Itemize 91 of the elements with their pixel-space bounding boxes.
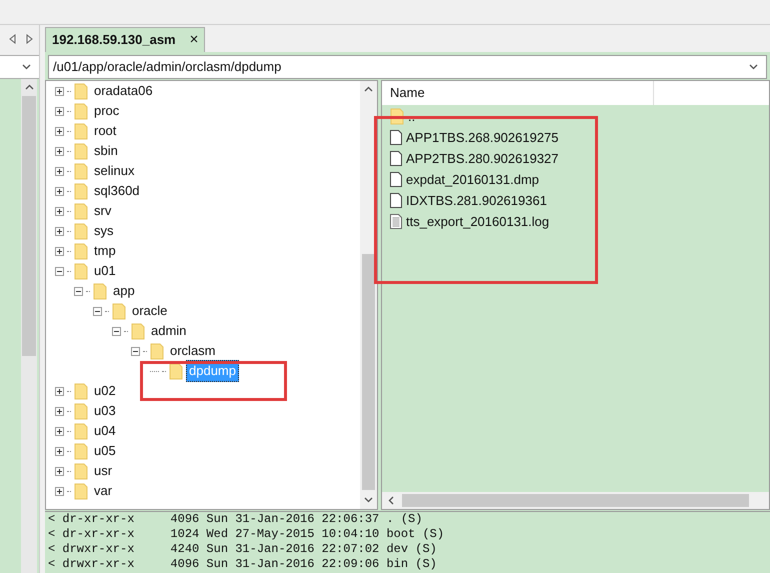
folder-icon	[169, 362, 183, 380]
file-name[interactable]: expdat_20160131.dmp	[406, 170, 540, 190]
tree-item[interactable]: app	[110, 280, 138, 302]
folder-icon	[74, 222, 88, 240]
collapse-icon[interactable]	[112, 326, 121, 336]
path-field[interactable]: /u01/app/oracle/admin/orclasm/dpdump	[48, 55, 767, 79]
scroll-up-icon[interactable]	[24, 83, 34, 92]
file-name[interactable]: tts_export_20160131.log	[406, 212, 550, 232]
file-icon	[390, 193, 402, 208]
tree-item[interactable]: tmp	[91, 240, 119, 262]
log-line: < dr-xr-xr-x 4096 Sun 31-Jan-2016 22:06:37 . (S)	[48, 512, 424, 527]
expand-icon[interactable]	[55, 226, 64, 236]
log-line: < drwxr-xr-x 4096 Sun 31-Jan-2016 22:09:06 bin (S)	[48, 557, 438, 572]
collapse-icon[interactable]	[131, 346, 140, 356]
folder-icon	[74, 142, 88, 160]
scroll-down-icon[interactable]	[364, 496, 373, 505]
collapse-icon[interactable]	[74, 286, 83, 296]
file-name[interactable]: APP1TBS.268.902619275	[406, 128, 559, 148]
text-file-icon	[390, 214, 402, 229]
tree-item[interactable]: root	[91, 120, 120, 142]
folder-icon	[74, 382, 88, 400]
file-icon	[390, 151, 402, 166]
tree-item[interactable]: oracle	[129, 300, 170, 322]
expand-icon[interactable]	[55, 406, 64, 416]
tree-item[interactable]: u05	[91, 440, 119, 462]
folder-icon	[74, 102, 88, 120]
folder-icon	[112, 302, 126, 320]
expand-icon[interactable]	[55, 466, 64, 476]
scroll-left-icon[interactable]	[387, 496, 396, 505]
scrollbar[interactable]	[21, 79, 37, 573]
folder-icon	[74, 82, 88, 100]
tree-item[interactable]: sql360d	[91, 180, 143, 202]
expand-icon[interactable]	[55, 186, 64, 196]
folder-icon	[74, 122, 88, 140]
expand-icon[interactable]	[55, 486, 64, 496]
folder-icon	[74, 462, 88, 480]
file-icon	[390, 172, 402, 187]
folder-icon	[74, 202, 88, 220]
tree-item[interactable]: selinux	[91, 160, 138, 182]
file-icon	[390, 130, 402, 145]
tree-item[interactable]: u04	[91, 420, 119, 442]
expand-icon[interactable]	[55, 106, 64, 116]
log-line: < dr-xr-xr-x 1024 Wed 27-May-2015 10:04:10 boot (S)	[48, 527, 446, 542]
tree-item[interactable]: sbin	[91, 140, 121, 162]
dropdown-field[interactable]	[0, 55, 39, 79]
dropdown-icon[interactable]	[749, 62, 758, 72]
expand-icon[interactable]	[55, 386, 64, 396]
expand-icon[interactable]	[55, 246, 64, 256]
tree-item[interactable]: usr	[91, 460, 116, 482]
folder-icon	[74, 402, 88, 420]
expand-icon[interactable]	[55, 206, 64, 216]
tree-item[interactable]: orclasm	[167, 340, 219, 362]
expand-icon[interactable]	[55, 166, 64, 176]
tree-item[interactable]: u02	[91, 380, 119, 402]
folder-icon	[93, 282, 107, 300]
expand-icon[interactable]	[55, 446, 64, 456]
scroll-up-icon[interactable]	[364, 85, 373, 94]
tree-item[interactable]: sys	[91, 220, 116, 242]
folder-icon	[74, 182, 88, 200]
close-icon[interactable]: ×	[190, 28, 198, 52]
expand-icon[interactable]	[55, 126, 64, 136]
tree-item[interactable]: u03	[91, 400, 119, 422]
folder-icon	[74, 162, 88, 180]
scrollbar[interactable]	[360, 81, 377, 509]
tree-item[interactable]: var	[91, 480, 116, 502]
folder-icon	[131, 322, 145, 340]
tree-item[interactable]: admin	[148, 320, 190, 342]
collapse-icon[interactable]	[93, 306, 102, 316]
tree-item[interactable]: u01	[91, 260, 119, 282]
folder-icon	[74, 422, 88, 440]
tree-item[interactable]: proc	[91, 100, 122, 122]
expand-icon[interactable]	[55, 146, 64, 156]
next-tab-icon[interactable]	[26, 34, 33, 44]
file-name[interactable]: ..	[408, 106, 416, 126]
file-name[interactable]: APP2TBS.280.902619327	[406, 148, 559, 168]
previous-tab-icon[interactable]	[9, 34, 16, 44]
tree-item[interactable]: oradata06	[91, 81, 156, 102]
tree-item[interactable]: srv	[91, 200, 114, 222]
horizontal-scrollbar[interactable]	[382, 492, 769, 509]
expand-icon[interactable]	[55, 86, 64, 96]
collapse-icon[interactable]	[55, 266, 64, 276]
folder-icon	[150, 342, 164, 360]
expand-icon[interactable]	[55, 426, 64, 436]
file-name[interactable]: IDXTBS.281.902619361	[406, 190, 547, 210]
session-tab[interactable]: 192.168.59.130_asm ×	[45, 27, 206, 52]
log-line: < drwxr-xr-x 4240 Sun 31-Jan-2016 22:07:02 dev (S)	[48, 542, 438, 557]
folder-icon	[74, 442, 88, 460]
folder-icon	[74, 262, 88, 280]
dropdown-icon[interactable]	[22, 62, 31, 72]
folder-icon	[74, 482, 88, 500]
folder-icon	[74, 242, 88, 260]
